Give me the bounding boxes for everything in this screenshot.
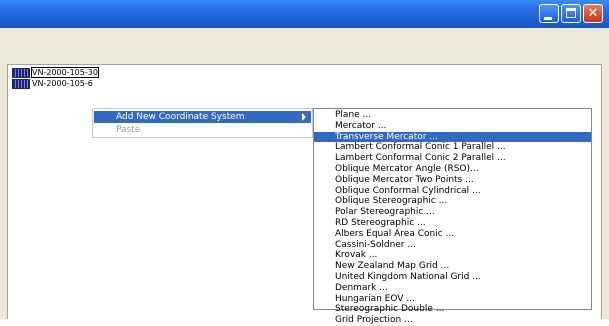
menu-item-paste: Paste <box>94 124 311 136</box>
menu-item-add-new-coordinate-system[interactable]: Add New Coordinate System <box>94 111 311 123</box>
coordinate-system-icon <box>12 67 30 78</box>
submenu-item[interactable]: Oblique Conformal Cylindrical ... <box>314 186 591 197</box>
submenu-item[interactable]: Transverse Mercator ... <box>314 131 591 143</box>
submenu-item[interactable]: Oblique Stereographic ... <box>314 196 591 207</box>
submenu-item[interactable]: Polar Stereographic ... <box>314 207 591 218</box>
submenu-item[interactable]: Plane ... <box>314 110 591 121</box>
submenu-item[interactable]: RD Stereographic ... <box>314 218 591 229</box>
menu-item-label: Paste <box>116 125 141 135</box>
submenu-item[interactable]: Albers Equal Area Conic ... <box>314 229 591 240</box>
tree-item-label: VN-2000-105-30 <box>31 67 99 78</box>
menu-item-label: Add New Coordinate System <box>116 112 245 122</box>
submenu-item[interactable]: United Kingdom National Grid ... <box>314 272 591 283</box>
minimize-button[interactable] <box>539 4 559 23</box>
submenu-item[interactable]: Cassini-Soldner ... <box>314 240 591 251</box>
close-icon: ✕ <box>587 6 599 21</box>
submenu-item[interactable]: Grid Projection ... <box>314 315 591 326</box>
toolbar <box>0 50 609 65</box>
submenu-item[interactable]: Krovak ... <box>314 250 591 261</box>
context-menu: Add New Coordinate System Paste <box>92 108 313 138</box>
maximize-button[interactable] <box>561 4 581 23</box>
submenu-item[interactable]: Stereographic Double ... <box>314 304 591 315</box>
submenu-arrow-icon <box>302 113 306 121</box>
submenu-item[interactable]: Hungarian EOV ... <box>314 294 591 305</box>
projection-submenu: Plane ... Mercator ... Transverse Mercator… <box>313 108 592 325</box>
tree-item[interactable]: VN-2000-105-6 <box>12 78 98 89</box>
tree-item[interactable]: VN-2000-105-30 <box>12 67 99 78</box>
coordinate-system-tree: VN-2000-105-30 VN-2000-105-6 <box>12 67 99 89</box>
submenu-item[interactable]: New Zealand Map Grid ... <box>314 261 591 272</box>
title-bar[interactable]: ✕ <box>0 0 609 28</box>
submenu-item[interactable]: Lambert Conformal Conic 1 Parallel ... <box>314 142 591 153</box>
submenu-item[interactable]: Oblique Mercator Two Points ... <box>314 175 591 186</box>
window-controls: ✕ <box>539 4 603 23</box>
submenu-item[interactable]: Denmark ... <box>314 283 591 294</box>
submenu-item[interactable]: Lambert Conformal Conic 2 Parallel ... <box>314 153 591 164</box>
right-border <box>601 64 609 319</box>
close-button[interactable]: ✕ <box>583 4 603 23</box>
submenu-list: Plane ... Mercator ... Transverse Mercator… <box>314 110 591 326</box>
submenu-item[interactable]: Oblique Mercator Angle (RSO)... <box>314 164 591 175</box>
tree-item-label: VN-2000-105-6 <box>32 79 93 88</box>
minimize-icon <box>544 17 552 20</box>
submenu-item[interactable]: Mercator ... <box>314 121 591 132</box>
coordinate-system-icon <box>12 78 30 89</box>
maximize-icon <box>566 8 576 18</box>
menu-bar <box>0 28 609 51</box>
left-border <box>0 64 8 319</box>
